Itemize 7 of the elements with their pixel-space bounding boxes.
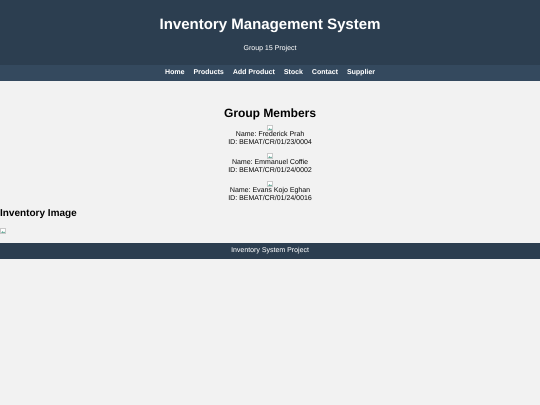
broken-image-icon	[267, 153, 273, 159]
section-heading: Group Members	[224, 106, 316, 120]
broken-image-icon	[0, 228, 6, 234]
section-heading: Inventory Image	[0, 208, 77, 220]
broken-image-icon	[267, 181, 273, 187]
broken-image-icon	[267, 125, 273, 131]
site-title: Inventory Management System	[160, 16, 380, 34]
